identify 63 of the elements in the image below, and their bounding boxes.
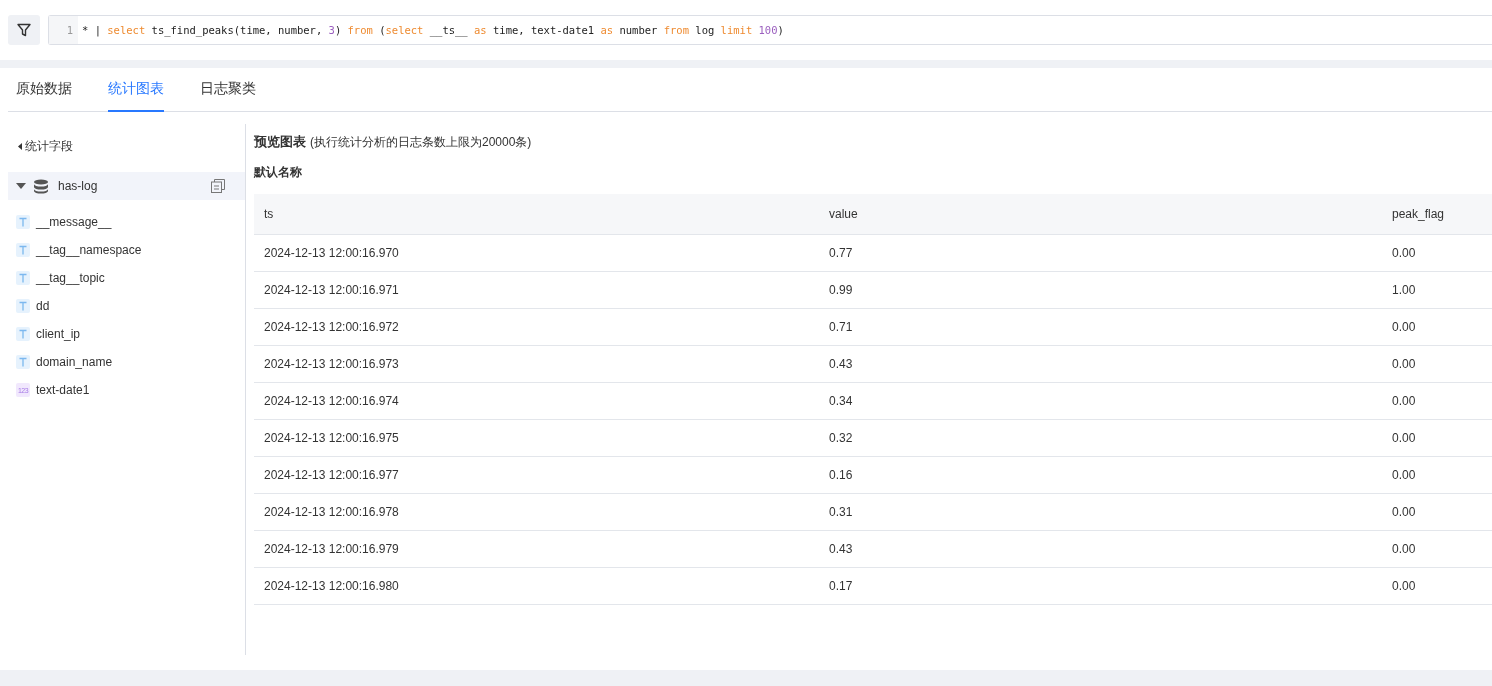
column-header: ts bbox=[254, 194, 819, 234]
table-cell: 0.00 bbox=[1382, 234, 1492, 271]
query-text: * | select ts_find_peaks(time, number, 3) from (select __ts__ as time, text-date1 as number from log limit 100) bbox=[81, 23, 784, 39]
table-cell: 2024-12-13 12:00:16.971 bbox=[254, 271, 819, 308]
sidebar-title: 统计字段 bbox=[25, 137, 73, 155]
preview-note: (执行统计分析的日志条数上限为20000条) bbox=[310, 133, 532, 151]
field-name[interactable]: __tag__topic bbox=[36, 271, 105, 285]
text-type-icon bbox=[16, 271, 30, 285]
table-cell: 2024-12-13 12:00:16.970 bbox=[254, 234, 819, 271]
text-type-icon bbox=[16, 327, 30, 341]
table-cell: 0.00 bbox=[1382, 567, 1492, 604]
table-cell: 0.00 bbox=[1382, 456, 1492, 493]
table-cell: 0.00 bbox=[1382, 493, 1492, 530]
field-name[interactable]: domain_name bbox=[36, 355, 113, 369]
column-header: peak_flag bbox=[1382, 194, 1492, 234]
line-number: 1 bbox=[49, 16, 78, 44]
column-header: value bbox=[819, 194, 1382, 234]
table-cell: 0.31 bbox=[819, 493, 1382, 530]
table-cell: 2024-12-13 12:00:16.978 bbox=[254, 493, 819, 530]
text-type-icon bbox=[16, 355, 30, 369]
table-cell: 0.99 bbox=[819, 271, 1382, 308]
preview-title: 预览图表 bbox=[254, 133, 306, 151]
text-type-icon bbox=[16, 299, 30, 313]
field-name[interactable]: dd bbox=[36, 299, 50, 313]
table-cell: 0.00 bbox=[1382, 530, 1492, 567]
filter-button[interactable] bbox=[8, 15, 40, 45]
logstore-item[interactable]: has-log bbox=[8, 172, 245, 200]
field-name[interactable]: __message__ bbox=[36, 215, 112, 229]
tab[interactable]: 日志聚类 bbox=[200, 68, 256, 112]
field-name[interactable]: text-date1 bbox=[36, 383, 90, 397]
tab[interactable]: 原始数据 bbox=[16, 68, 72, 112]
text-type-icon bbox=[16, 243, 30, 257]
tab[interactable]: 统计图表 bbox=[108, 68, 164, 112]
table-cell: 0.17 bbox=[819, 567, 1382, 604]
query-editor[interactable]: 1 * | select ts_find_peaks(time, number, 3) from (select __ts__ as time, text-date1 as number from log limit 100) bbox=[48, 15, 1492, 45]
copy-icon[interactable] bbox=[211, 179, 225, 193]
table-cell: 0.77 bbox=[819, 234, 1382, 271]
table-cell: 2024-12-13 12:00:16.973 bbox=[254, 345, 819, 382]
logstore-name: has-log bbox=[58, 179, 99, 193]
table-cell: 0.43 bbox=[819, 530, 1382, 567]
table-cell: 2024-12-13 12:00:16.980 bbox=[254, 567, 819, 604]
filter-icon bbox=[16, 22, 32, 38]
table-cell: 0.34 bbox=[819, 382, 1382, 419]
table-cell: 0.00 bbox=[1382, 308, 1492, 345]
text-type-icon bbox=[16, 215, 30, 229]
table-cell: 0.00 bbox=[1382, 419, 1492, 456]
table-cell: 0.43 bbox=[819, 345, 1382, 382]
table-cell: 0.00 bbox=[1382, 345, 1492, 382]
table-cell: 0.71 bbox=[819, 308, 1382, 345]
table-cell: 0.32 bbox=[819, 419, 1382, 456]
chart-name: 默认名称 bbox=[254, 163, 302, 181]
table-cell: 2024-12-13 12:00:16.975 bbox=[254, 419, 819, 456]
field-name[interactable]: client_ip bbox=[36, 327, 81, 341]
table-cell: 2024-12-13 12:00:16.979 bbox=[254, 530, 819, 567]
table-cell: 0.16 bbox=[819, 456, 1382, 493]
field-name[interactable]: __tag__namespace bbox=[36, 243, 142, 257]
table-cell: 0.00 bbox=[1382, 382, 1492, 419]
table-cell: 2024-12-13 12:00:16.972 bbox=[254, 308, 819, 345]
database-icon bbox=[34, 178, 48, 194]
table-cell: 1.00 bbox=[1382, 271, 1492, 308]
table-cell: 2024-12-13 12:00:16.974 bbox=[254, 382, 819, 419]
table-cell: 2024-12-13 12:00:16.977 bbox=[254, 456, 819, 493]
caret-left-icon bbox=[18, 142, 22, 150]
